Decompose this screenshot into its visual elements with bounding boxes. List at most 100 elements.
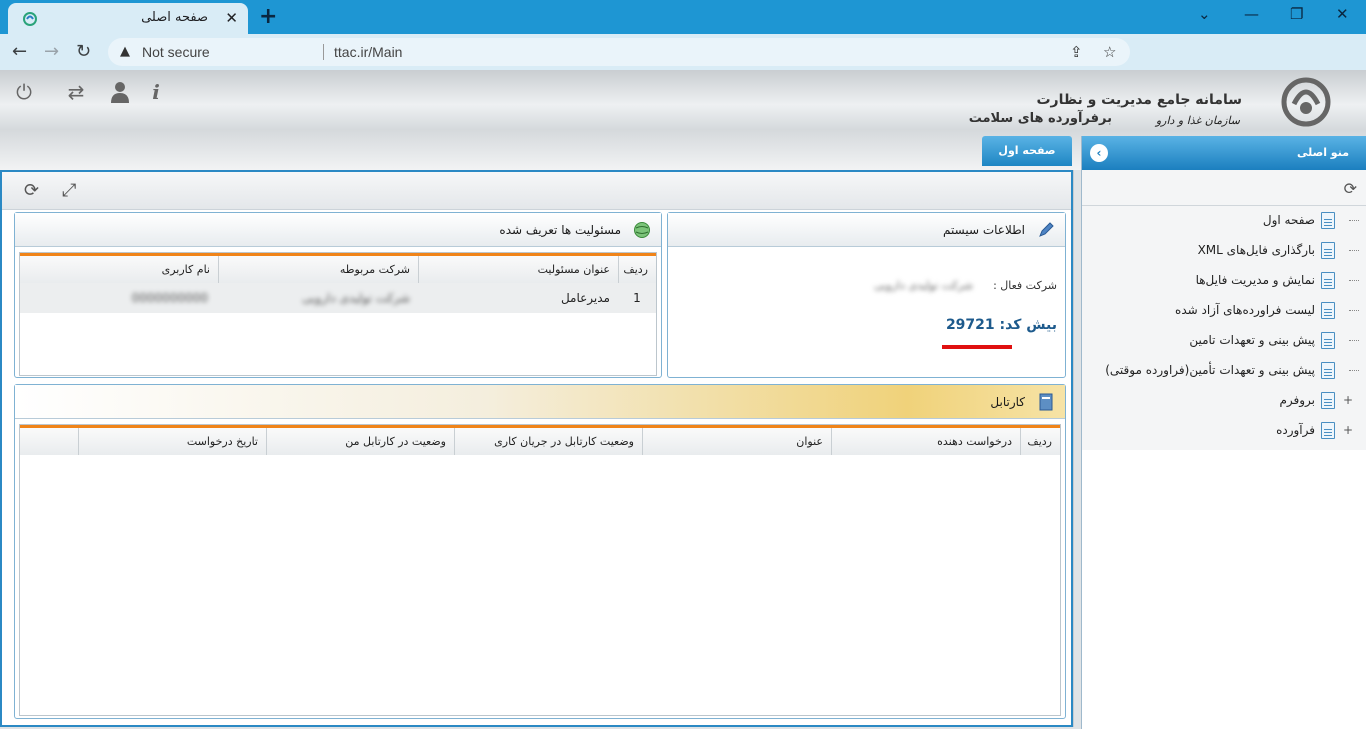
book-icon: [1039, 393, 1053, 411]
user-profile-icon[interactable]: [106, 78, 134, 106]
tab-home[interactable]: صفحه اول: [982, 136, 1072, 166]
responsibilities-title: مسئولیت ها تعریف شده: [499, 223, 621, 237]
tree-connector: [1349, 310, 1359, 311]
tree-connector: [1349, 370, 1359, 371]
site-favicon-icon: [23, 12, 37, 26]
tree-connector: [1349, 220, 1359, 221]
info-icon[interactable]: i: [142, 78, 170, 106]
sidebar-item-label: پیش بینی و تعهدات تامین: [1189, 333, 1315, 347]
kartabl-title: کارتابل: [990, 395, 1025, 409]
ifda-logo-icon: [1281, 77, 1331, 127]
back-icon[interactable]: ←: [12, 41, 27, 62]
col-company[interactable]: شرکت مربوطه: [218, 256, 418, 283]
active-company-label: شرکت فعال :: [993, 279, 1057, 292]
sidebar-header: ‹ منو اصلی: [1082, 136, 1366, 170]
document-icon: [1321, 392, 1335, 409]
sidebar-item-label: بروفرم: [1279, 393, 1315, 407]
tree-connector: [1349, 340, 1359, 341]
header-title-line1: سامانه جامع مدیریت و نظارت: [1036, 92, 1242, 108]
url-text[interactable]: ttac.ir/Main: [334, 44, 402, 60]
sidebar-item-manage-files[interactable]: نمایش و مدیریت فایل‌ها: [1082, 266, 1366, 296]
security-label[interactable]: Not secure: [142, 44, 210, 60]
refresh-icon[interactable]: ⟳: [24, 180, 39, 201]
col-requester[interactable]: درخواست دهنده: [831, 428, 1020, 455]
share-icon[interactable]: ⇪: [1070, 43, 1083, 61]
sidebar-item-label: لیست فراورده‌های آزاد شده: [1175, 303, 1315, 317]
fullscreen-icon[interactable]: ⤢: [62, 180, 76, 201]
sidebar-refresh-icon[interactable]: ⟳: [1344, 179, 1357, 198]
sidebar-toolbar: ⟳: [1082, 170, 1366, 206]
globe-icon: [634, 222, 650, 238]
row-company: شرکت تولیدی دارویی: [302, 291, 410, 305]
minimize-icon[interactable]: —: [1244, 5, 1259, 23]
row-index: 1: [633, 291, 641, 305]
red-underline-mark: [942, 345, 1012, 349]
col-request-date[interactable]: تاریخ درخواست: [78, 428, 266, 455]
col-index[interactable]: ردیف: [1020, 428, 1060, 455]
browser-tabbar: صفحه اصلی ✕ + ⌄ — ❐ ✕: [0, 0, 1366, 34]
collapse-sidebar-icon[interactable]: ‹: [1090, 144, 1108, 162]
window-close-icon[interactable]: ✕: [1336, 5, 1349, 23]
sidebar-item-supply-forecast-temp[interactable]: پیش بینی و تعهدات تأمین(فراورده موقتی): [1082, 356, 1366, 386]
document-icon: [1321, 242, 1335, 259]
main-content: ⟳ ⤢ اطلاعات سیستم شرکت فعال : شرکت تولید…: [0, 170, 1073, 727]
col-extra[interactable]: [20, 428, 78, 455]
restore-icon[interactable]: ❐: [1290, 5, 1303, 23]
col-workflow-status[interactable]: وضعیت کارتابل در جریان کاری: [454, 428, 642, 455]
grid-header: ردیف عنوان مسئولیت شرکت مربوطه نام کاربر…: [20, 253, 656, 283]
tab-close-icon[interactable]: ✕: [225, 9, 238, 27]
code-text: بیش کد: 29721: [945, 317, 1057, 333]
sidebar-item-label: پیش بینی و تعهدات تأمین(فراورده موقتی): [1105, 363, 1315, 377]
kartabl-grid: ردیف درخواست دهنده عنوان وضعیت کارتابل د…: [19, 424, 1061, 716]
document-icon: [1321, 212, 1335, 229]
col-title[interactable]: عنوان مسئولیت: [418, 256, 618, 283]
menu-tree: صفحه اول بارگذاری فایل‌های XML نمایش و م…: [1082, 206, 1366, 450]
tab-search-icon[interactable]: ⌄: [1198, 5, 1211, 23]
sidebar-item-label: نمایش و مدیریت فایل‌ها: [1195, 273, 1315, 287]
bookmark-star-icon[interactable]: ☆: [1103, 43, 1116, 61]
row-username: 0000000000: [131, 291, 208, 305]
kartabl-panel: کارتابل ردیف درخواست دهنده عنوان وضعیت ک…: [14, 384, 1066, 719]
switch-company-icon[interactable]: ⇄: [62, 78, 90, 106]
sidebar-item-home[interactable]: صفحه اول: [1082, 206, 1366, 236]
tree-connector: [1349, 280, 1359, 281]
document-icon: [1321, 332, 1335, 349]
document-icon: [1321, 362, 1335, 379]
logout-power-icon[interactable]: ⏻: [10, 78, 38, 106]
new-tab-button[interactable]: +: [259, 4, 277, 29]
tree-connector: [1349, 250, 1359, 251]
warning-icon[interactable]: ▲: [120, 44, 130, 59]
responsibilities-grid: ردیف عنوان مسئولیت شرکت مربوطه نام کاربر…: [19, 252, 657, 376]
sidebar-item-label: صفحه اول: [1262, 213, 1315, 227]
sidebar-item-label: فرآورده: [1276, 423, 1315, 437]
expand-plus-icon[interactable]: +: [1343, 423, 1353, 437]
header-org-name: سازمان غذا و دارو: [1155, 114, 1240, 127]
pen-icon: [1039, 222, 1054, 237]
col-username[interactable]: نام کاربری: [20, 256, 218, 283]
row-title: مدیرعامل: [560, 291, 610, 305]
sidebar-item-label: بارگذاری فایل‌های XML: [1197, 243, 1315, 257]
omnibox[interactable]: ▲ Not secure ttac.ir/Main ⇪ ☆: [108, 38, 1130, 66]
kartabl-header: کارتابل: [15, 385, 1065, 419]
expand-plus-icon[interactable]: +: [1343, 393, 1353, 407]
browser-addressbar: ← → ↻ ▲ Not secure ttac.ir/Main ⇪ ☆: [0, 34, 1366, 70]
header-title-line2: برفرآورده های سلامت: [968, 111, 1112, 126]
sidebar-title: منو اصلی: [1296, 146, 1349, 159]
col-index[interactable]: ردیف: [618, 256, 656, 283]
sidebar-splitter[interactable]: [1073, 170, 1081, 727]
reload-icon[interactable]: ↻: [76, 41, 91, 62]
col-subject[interactable]: عنوان: [642, 428, 831, 455]
omnibox-divider: [323, 44, 324, 60]
browser-tab[interactable]: صفحه اصلی ✕: [8, 3, 248, 34]
active-company-value: شرکت تولیدی دارویی: [874, 279, 973, 292]
sidebar-item-product[interactable]: + فرآورده: [1082, 416, 1366, 446]
table-row[interactable]: 1 مدیرعامل شرکت تولیدی دارویی 0000000000: [20, 283, 656, 313]
col-my-status[interactable]: وضعیت در کارتابل من: [266, 428, 454, 455]
sidebar-item-proforma[interactable]: + بروفرم: [1082, 386, 1366, 416]
sidebar-item-upload-xml[interactable]: بارگذاری فایل‌های XML: [1082, 236, 1366, 266]
document-icon: [1321, 422, 1335, 439]
sidebar-item-released-products[interactable]: لیست فراورده‌های آزاد شده: [1082, 296, 1366, 326]
responsibilities-panel: مسئولیت ها تعریف شده ردیف عنوان مسئولیت …: [14, 212, 662, 378]
forward-icon[interactable]: →: [44, 41, 59, 62]
sidebar-item-supply-forecast[interactable]: پیش بینی و تعهدات تامین: [1082, 326, 1366, 356]
